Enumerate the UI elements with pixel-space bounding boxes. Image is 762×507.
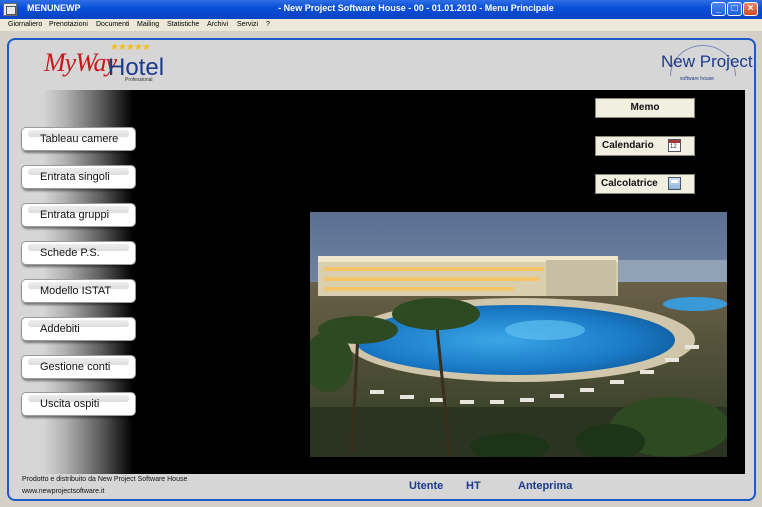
menu-servizi[interactable]: Servizi bbox=[237, 19, 258, 31]
minimize-button[interactable]: _ bbox=[711, 2, 726, 16]
calendario-label: Calendario bbox=[602, 140, 654, 151]
calcolatrice-button[interactable]: Calcolatrice bbox=[595, 174, 695, 194]
nav-addebiti-button[interactable]: Addebiti bbox=[21, 317, 136, 341]
window-title: - New Project Software House - 00 - 01.0… bbox=[278, 3, 554, 13]
nav-label: Tableau camere bbox=[40, 133, 119, 145]
logo-edition: Professional bbox=[125, 77, 153, 83]
nav-gestione-conti-button[interactable]: Gestione conti bbox=[21, 355, 136, 379]
menu-bar: Giornaliero Prenotazioni Documenti Maili… bbox=[0, 19, 762, 31]
menu-prenotazioni[interactable]: Prenotazioni bbox=[49, 19, 88, 31]
menu-mailing[interactable]: Mailing bbox=[137, 19, 159, 31]
menu-giornaliero[interactable]: Giornaliero bbox=[8, 19, 42, 31]
nav-uscita-ospiti-button[interactable]: Uscita ospiti bbox=[21, 392, 136, 416]
calculator-icon bbox=[668, 177, 681, 190]
nav-entrata-singoli-button[interactable]: Entrata singoli bbox=[21, 165, 136, 189]
close-button[interactable]: × bbox=[743, 2, 758, 16]
footer-url[interactable]: www.newprojectsoftware.it bbox=[22, 488, 104, 495]
calendar-icon-text: 12 bbox=[670, 144, 677, 150]
vendor-logo: New Project bbox=[661, 52, 753, 71]
nav-label: Gestione conti bbox=[40, 361, 111, 373]
nav-label: Modello ISTAT bbox=[40, 285, 112, 297]
nav-label: Addebiti bbox=[40, 323, 80, 335]
menu-documenti[interactable]: Documenti bbox=[96, 19, 129, 31]
nav-entrata-gruppi-button[interactable]: Entrata gruppi bbox=[21, 203, 136, 227]
nav-tableau-camere-button[interactable]: Tableau camere bbox=[21, 127, 136, 151]
memo-button[interactable]: Memo bbox=[595, 98, 695, 118]
vendor-logo-sub: software house bbox=[680, 76, 714, 82]
menu-help[interactable]: ? bbox=[266, 19, 270, 31]
nav-schede-ps-button[interactable]: Schede P.S. bbox=[21, 241, 136, 265]
calendario-button[interactable]: Calendario 12 bbox=[595, 136, 695, 156]
status-utente-label: Utente bbox=[409, 480, 444, 492]
memo-label: Memo bbox=[630, 102, 660, 113]
nav-modello-istat-button[interactable]: Modello ISTAT bbox=[21, 279, 136, 303]
status-anteprima[interactable]: Anteprima bbox=[518, 480, 572, 492]
nav-label: Uscita ospiti bbox=[40, 398, 100, 410]
status-user: HT bbox=[466, 480, 481, 492]
calendar-icon: 12 bbox=[668, 139, 681, 152]
nav-label: Entrata gruppi bbox=[40, 209, 110, 221]
nav-label: Entrata singoli bbox=[40, 171, 110, 183]
hotel-photo-illustration bbox=[310, 212, 727, 457]
nav-label: Schede P.S. bbox=[40, 247, 100, 259]
menu-statistiche[interactable]: Statistiche bbox=[167, 19, 199, 31]
logo-myway: MyWay bbox=[44, 48, 117, 77]
maximize-button[interactable]: □ bbox=[727, 2, 742, 16]
footer-credit: Prodotto e distribuito da New Project So… bbox=[22, 476, 188, 483]
calcolatrice-label: Calcolatrice bbox=[601, 178, 658, 189]
menu-archivi[interactable]: Archivi bbox=[207, 19, 228, 31]
hotel-photo bbox=[310, 212, 727, 457]
